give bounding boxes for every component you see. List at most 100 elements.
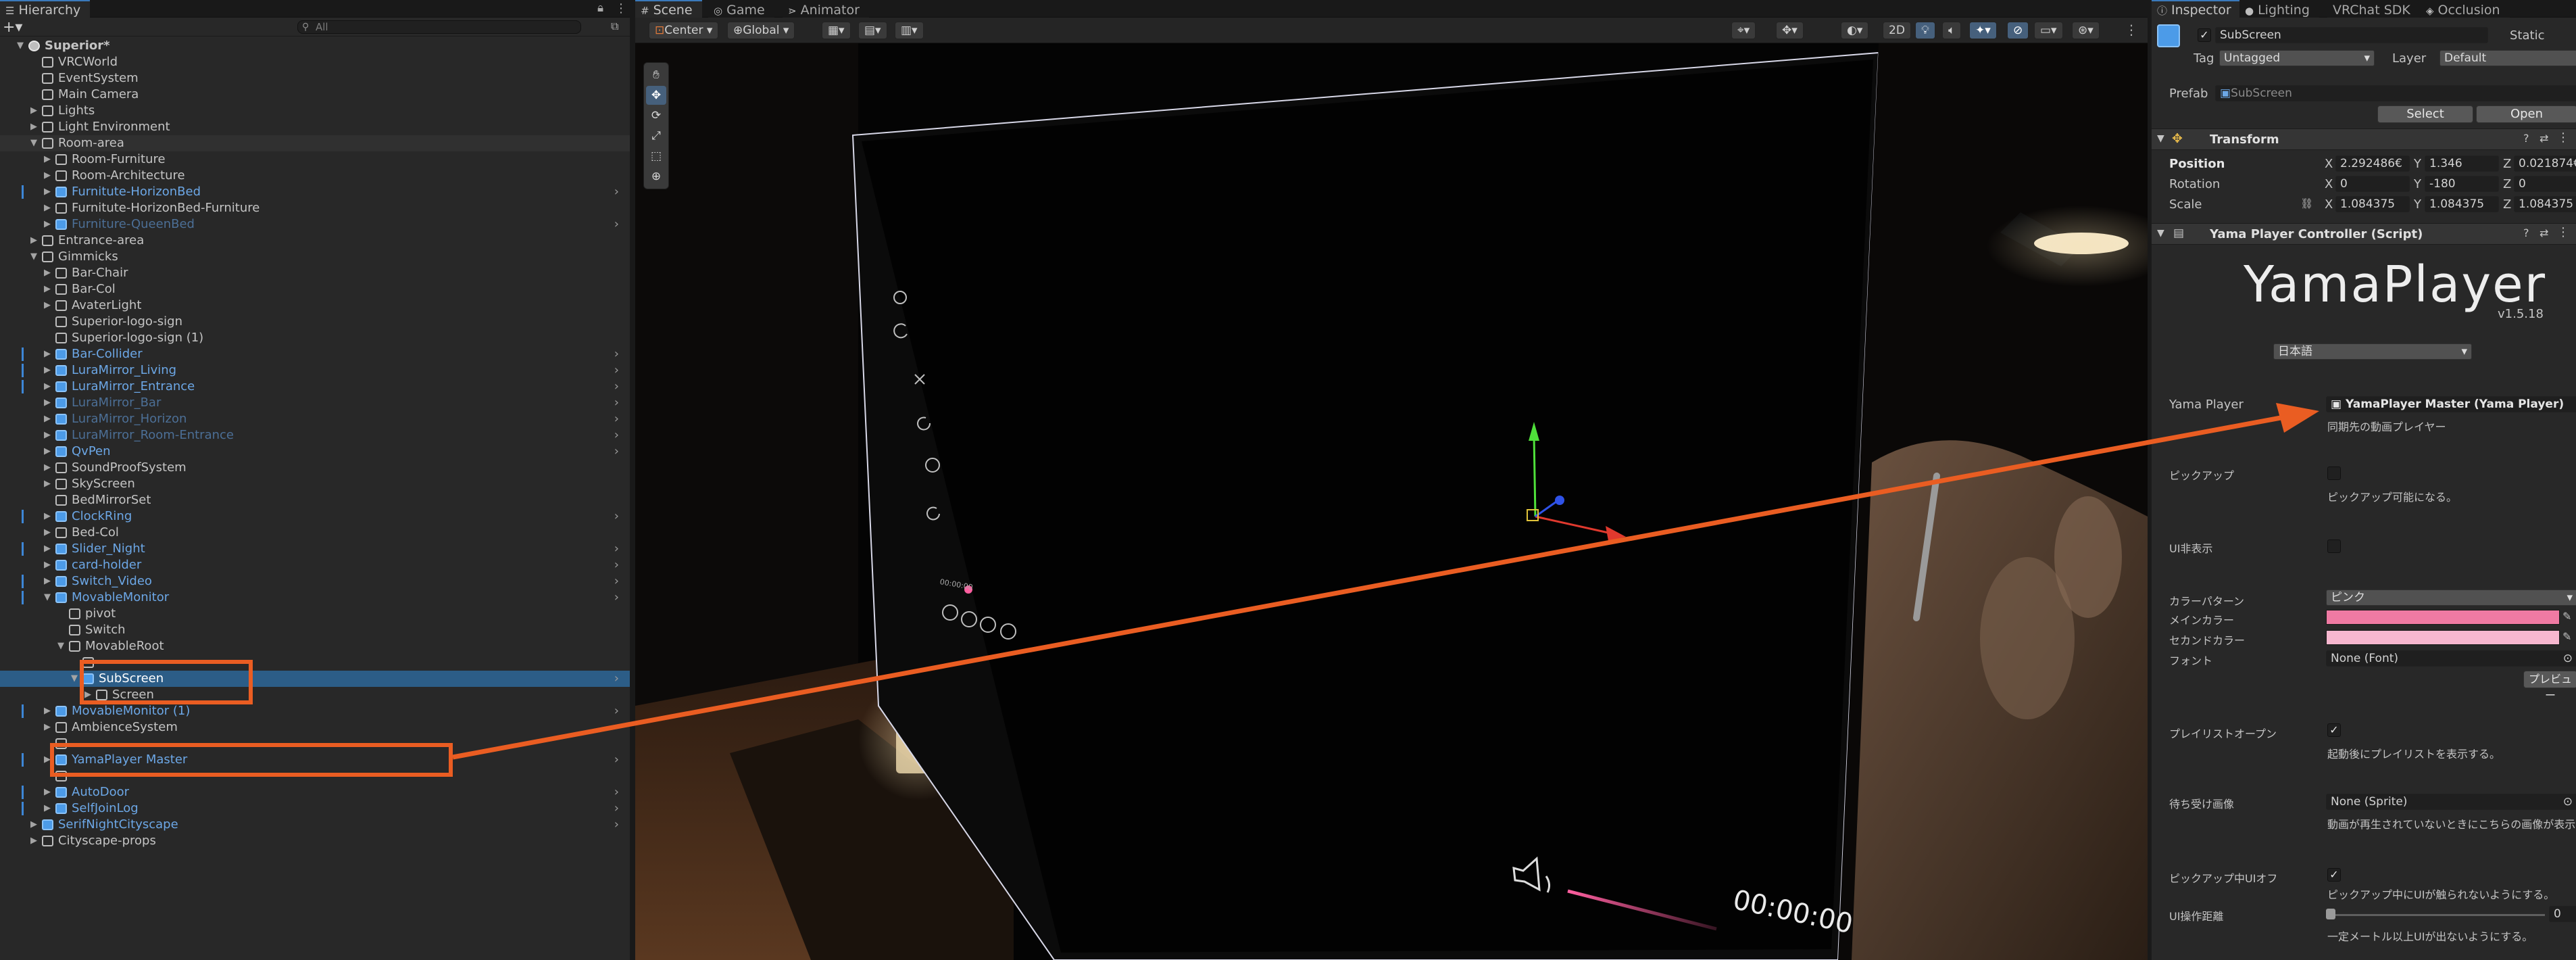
hand-tool[interactable]: ✋︎ — [646, 66, 666, 85]
hierarchy-row[interactable]: ▶ SelfJoinLog › — [0, 800, 630, 817]
collapsed-arrow-icon[interactable]: ▶ — [43, 443, 51, 460]
hierarchy-row[interactable]: ▶ Furnitute-HorizonBed-Furniture — [0, 200, 630, 216]
rotation-z-field[interactable]: 0 — [2514, 176, 2576, 192]
grid-snap-button[interactable]: ▦▾ — [822, 22, 851, 39]
collapsed-arrow-icon[interactable]: ▶ — [43, 395, 51, 411]
tab-hierarchy[interactable]: ☰ Hierarchy — [0, 0, 91, 18]
open-prefab-chevron-icon[interactable]: › — [614, 817, 619, 833]
collapsed-arrow-icon[interactable]: ▶ — [43, 151, 51, 168]
scene-visibility-icon[interactable]: ⧉ — [611, 20, 618, 33]
hierarchy-row[interactable]: Switch — [0, 622, 630, 638]
scene-visibility-toggle[interactable]: ⊘ — [2007, 22, 2029, 39]
hierarchy-row[interactable]: ▶ AutoDoor › — [0, 784, 630, 800]
prefab-select-button[interactable]: Select — [2377, 105, 2473, 123]
collapsed-arrow-icon[interactable]: ▶ — [43, 525, 51, 541]
hierarchy-row[interactable]: ▶ Room-Architecture — [0, 168, 630, 184]
hierarchy-row[interactable]: ▶ LuraMirror_Living › — [0, 362, 630, 379]
open-prefab-chevron-icon[interactable]: › — [614, 784, 619, 800]
pickup-ui-off-checkbox[interactable]: ✓ — [2327, 868, 2341, 882]
hierarchy-row[interactable]: ▶ Furnitute-HorizonBed › — [0, 184, 630, 200]
scene-kebab-icon[interactable]: ⋮ — [2125, 22, 2138, 38]
prefab-open-button[interactable]: Open — [2476, 105, 2576, 123]
script-header[interactable]: ▼ ▤ Yama Player Controller (Script) ? ⇄ … — [2152, 223, 2576, 245]
ui-hide-checkbox[interactable] — [2327, 539, 2341, 553]
transform-header[interactable]: ▼ ✥ Transform ? ⇄ ⋮ — [2152, 128, 2576, 150]
hierarchy-row[interactable]: ▶ Light Environment — [0, 119, 630, 135]
position-x-field[interactable]: 2.292486€ — [2335, 155, 2410, 172]
collapsed-arrow-icon[interactable]: ▶ — [43, 541, 51, 557]
hierarchy-row[interactable]: EventSystem — [0, 70, 630, 87]
tab-vrchat-sdk[interactable]: VRChat SDK — [2327, 0, 2420, 18]
ui-distance-slider-handle[interactable] — [2326, 909, 2335, 919]
language-dropdown[interactable]: 日本語 ▾ — [2273, 343, 2472, 360]
hierarchy-row[interactable]: Main Camera — [0, 87, 630, 103]
collapsed-arrow-icon[interactable]: ▶ — [43, 184, 51, 200]
active-checkbox[interactable]: ✓ — [2198, 28, 2211, 42]
open-prefab-chevron-icon[interactable]: › — [614, 508, 619, 525]
collapsed-arrow-icon[interactable]: ▶ — [43, 427, 51, 443]
open-prefab-chevron-icon[interactable]: › — [614, 184, 619, 200]
hierarchy-row[interactable]: ▼ Superior* — [0, 38, 630, 54]
hierarchy-row[interactable]: ▶ Switch_Video › — [0, 573, 630, 590]
open-prefab-chevron-icon[interactable]: › — [614, 800, 619, 817]
hierarchy-row[interactable]: ▶ Cityscape-props — [0, 833, 630, 849]
hierarchy-row[interactable]: ▶ AvaterLight — [0, 297, 630, 314]
collapsed-arrow-icon[interactable]: ▶ — [30, 817, 38, 833]
kebab-menu-icon[interactable]: ⋮ — [615, 1, 627, 16]
add-icon[interactable]: +▾ — [3, 19, 22, 36]
scale-y-field[interactable]: 1.084375 — [2425, 196, 2499, 212]
tools-dropdown[interactable]: ✥▾ — [1776, 22, 1804, 39]
camera-settings-button[interactable]: ▭▾ — [2034, 22, 2063, 39]
transform-tool[interactable]: ⊕ — [646, 167, 666, 186]
open-prefab-chevron-icon[interactable]: › — [614, 379, 619, 395]
hierarchy-row[interactable]: ▶ Bar-Collider › — [0, 346, 630, 362]
hierarchy-row[interactable]: pivot — [0, 606, 630, 622]
collapsed-arrow-icon[interactable]: ▶ — [43, 362, 51, 379]
move-tool[interactable]: ✥ — [646, 86, 666, 105]
hierarchy-row[interactable]: ▶ LuraMirror_Entrance › — [0, 379, 630, 395]
main-color-swatch[interactable] — [2326, 610, 2560, 625]
hierarchy-row[interactable]: ▶ Bar-Col — [0, 281, 630, 297]
hierarchy-row[interactable]: ▶ Slider_Night › — [0, 541, 630, 557]
color-pattern-dropdown[interactable]: ピンク ▾ — [2326, 590, 2576, 606]
layer-dropdown[interactable]: Default — [2439, 50, 2576, 66]
hierarchy-row[interactable]: ▶ LuraMirror_Horizon › — [0, 411, 630, 427]
collapsed-arrow-icon[interactable]: ▶ — [43, 168, 51, 184]
pivot-dropdown[interactable]: ⊡Center ▾ — [649, 22, 719, 39]
tab-scene[interactable]: # Scene — [635, 0, 702, 18]
hierarchy-row[interactable]: BedMirrorSet — [0, 492, 630, 508]
hierarchy-row[interactable]: ▶ SerifNightCityscape › — [0, 817, 630, 833]
lighting-toggle[interactable]: 💡︎ — [1915, 22, 1935, 39]
open-prefab-chevron-icon[interactable]: › — [614, 346, 619, 362]
open-prefab-chevron-icon[interactable]: › — [614, 427, 619, 443]
collapsed-arrow-icon[interactable]: ▶ — [43, 719, 51, 736]
tab-lighting[interactable]: ● Lighting — [2239, 0, 2319, 18]
tag-dropdown[interactable]: Untagged ▾ — [2219, 50, 2375, 66]
main-eyedropper-icon[interactable]: ✎ — [2562, 610, 2571, 623]
open-prefab-chevron-icon[interactable]: › — [614, 573, 619, 590]
collapsed-arrow-icon[interactable]: ▶ — [30, 833, 38, 849]
ui-distance-value-field[interactable]: 0 — [2549, 906, 2576, 922]
collapsed-arrow-icon[interactable]: ▶ — [43, 346, 51, 362]
tab-inspector[interactable]: ⓘ Inspector — [2152, 0, 2241, 18]
tab-occlusion[interactable]: ◈ Occlusion — [2421, 0, 2510, 18]
script-help-icon[interactable]: ? — [2523, 226, 2529, 239]
hierarchy-row[interactable]: ▶ card-holder › — [0, 557, 630, 573]
hierarchy-row[interactable]: ▶ LuraMirror_Bar › — [0, 395, 630, 411]
hierarchy-row[interactable]: ▶ SkyScreen — [0, 476, 630, 492]
collapsed-arrow-icon[interactable]: ▶ — [43, 411, 51, 427]
collapsed-arrow-icon[interactable]: ▶ — [43, 508, 51, 525]
hierarchy-row[interactable]: ▶ Furniture-QueenBed › — [0, 216, 630, 233]
collapsed-arrow-icon[interactable]: ▶ — [43, 784, 51, 800]
ui-distance-slider-track[interactable] — [2329, 914, 2545, 916]
collapsed-arrow-icon[interactable]: ▶ — [43, 476, 51, 492]
space-dropdown[interactable]: ⊕Global ▾ — [727, 22, 795, 39]
grid-visibility-button[interactable]: ▥▾ — [895, 22, 924, 39]
open-prefab-chevron-icon[interactable]: › — [614, 557, 619, 573]
open-prefab-chevron-icon[interactable]: › — [614, 443, 619, 460]
expanded-arrow-icon[interactable]: ▼ — [70, 671, 78, 687]
pickup-checkbox[interactable] — [2327, 466, 2341, 480]
script-preset-icon[interactable]: ⇄ — [2540, 226, 2548, 239]
hierarchy-row[interactable]: ▶ Bar-Chair — [0, 265, 630, 281]
collapsed-arrow-icon[interactable]: ▶ — [43, 557, 51, 573]
